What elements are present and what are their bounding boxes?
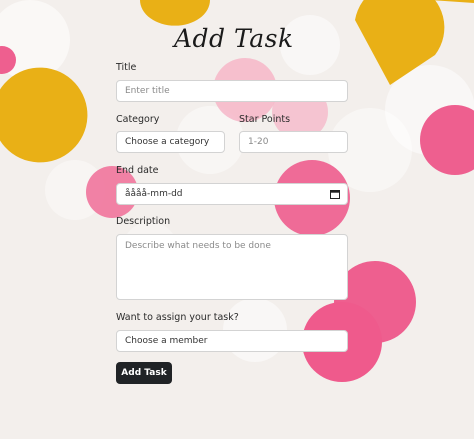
assign-member-select[interactable]: Choose a member xyxy=(116,330,348,352)
star-points-label: Star Points xyxy=(239,114,291,125)
page-title: Add Task xyxy=(174,24,294,53)
assign-selected-value: Choose a member xyxy=(125,336,208,346)
add-task-button[interactable]: Add Task xyxy=(116,362,172,384)
description-placeholder: Describe what needs to be done xyxy=(125,241,271,251)
description-textarea[interactable]: Describe what needs to be done xyxy=(116,234,348,300)
category-selected-value: Choose a category xyxy=(125,137,210,147)
description-label: Description xyxy=(116,216,171,227)
assign-label: Want to assign your task? xyxy=(116,312,239,323)
category-select[interactable]: Choose a category xyxy=(116,131,225,153)
title-input-placeholder: Enter title xyxy=(125,86,170,96)
end-date-label: End date xyxy=(116,165,159,176)
confetti-background xyxy=(0,0,474,382)
calendar-icon[interactable] xyxy=(330,189,340,199)
end-date-value: åååå-mm-dd xyxy=(125,189,183,199)
star-points-placeholder: 1-20 xyxy=(248,137,269,147)
category-label: Category xyxy=(116,114,160,125)
end-date-input[interactable]: åååå-mm-dd xyxy=(116,183,348,205)
title-input[interactable]: Enter title xyxy=(116,80,348,102)
title-label: Title xyxy=(116,62,137,73)
star-points-input[interactable]: 1-20 xyxy=(239,131,348,153)
